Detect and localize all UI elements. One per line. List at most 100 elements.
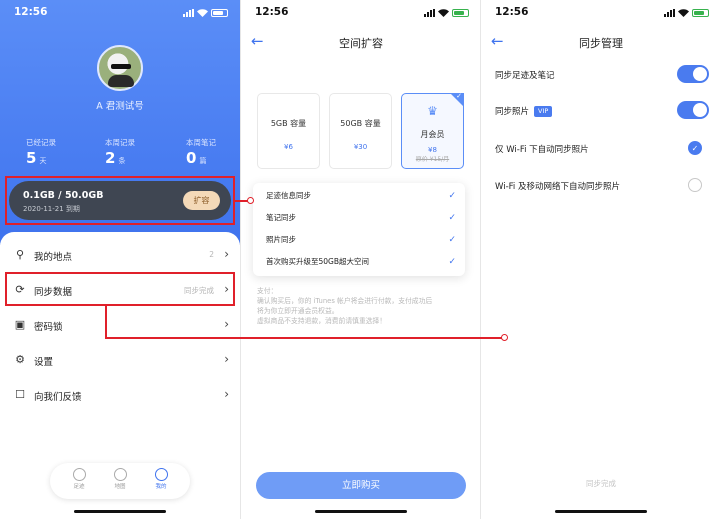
- toggle-switch[interactable]: [677, 65, 709, 83]
- stat-label: 已经记录: [26, 138, 56, 147]
- plan-monthly-member[interactable]: ♛ 月会员 ¥8 原价 ¥15/月 ✓: [401, 92, 464, 169]
- check-icon: ✓: [456, 92, 462, 100]
- chevron-right-icon: ›: [224, 387, 229, 401]
- plan-name: 50GB 容量: [340, 119, 381, 128]
- feature-label: 足迹信息同步: [266, 191, 311, 200]
- feature-label: 首次购买升级至50GB超大空间: [266, 257, 369, 266]
- highlight-box-sync: [5, 272, 235, 306]
- plan-name: 月会员: [420, 130, 445, 139]
- check-icon: ✓: [448, 235, 456, 245]
- connector-dot: [501, 334, 508, 341]
- tab-mine[interactable]: 我的: [146, 468, 176, 490]
- payment-note-line: 支付：: [257, 287, 278, 295]
- menu-item-label: 密码锁: [34, 322, 63, 333]
- globe-icon: [113, 468, 127, 481]
- sync-status: 同步完成: [586, 479, 616, 488]
- stat-value: 5: [26, 149, 37, 167]
- setting-wifi-and-mobile-photos[interactable]: Wi-Fi 及移动网络下自动同步照片: [495, 176, 709, 196]
- setting-label: 仅 Wi-Fi 下自动同步照片: [495, 145, 589, 155]
- stat-label: 本周笔记: [186, 138, 216, 147]
- stat-recorded-days: 已经记录 5天: [26, 137, 86, 167]
- tab-map[interactable]: 地图: [105, 468, 135, 490]
- wifi-icon: [678, 9, 689, 17]
- setting-label: 同步照片: [495, 107, 530, 117]
- connector-line: [105, 306, 107, 339]
- payment-note-line: 将为你立即开通会员权益。: [257, 307, 339, 315]
- crown-icon: ♛: [427, 104, 438, 118]
- plan-5gb[interactable]: 5GB 容量 ¥6: [257, 93, 320, 169]
- location-pin-icon: ⚲: [15, 248, 25, 261]
- battery-icon: [452, 9, 469, 17]
- connector-dot: [247, 197, 254, 204]
- wifi-icon: [438, 9, 449, 17]
- status-bar: 12:56: [241, 6, 480, 22]
- stat-value: 0: [186, 149, 197, 167]
- radio-unchecked[interactable]: [688, 178, 702, 192]
- vip-badge: VIP: [534, 106, 553, 117]
- payment-note: 支付： 确认购买后，你的 iTunes 帐户将会进行付款，支付成功后 将为你立即…: [257, 286, 469, 326]
- stat-value: 2: [105, 149, 116, 167]
- feature-row: 照片同步 ✓: [266, 229, 456, 251]
- tab-label: 我的: [155, 484, 167, 490]
- cellular-signal-icon: [183, 9, 194, 17]
- lock-icon: ▣: [14, 318, 26, 331]
- menu-item-feedback[interactable]: ☐ 向我们反馈 ›: [0, 378, 240, 413]
- avatar[interactable]: [97, 45, 143, 91]
- tab-label: 地图: [114, 484, 126, 490]
- home-indicator: [555, 510, 647, 513]
- page-title: 同步管理: [579, 37, 623, 50]
- nav-bar: ← 同步管理: [481, 30, 720, 54]
- page-title: 空间扩容: [339, 37, 383, 50]
- setting-wifi-only-photos[interactable]: 仅 Wi-Fi 下自动同步照片 ✓: [495, 139, 709, 159]
- status-time: 12:56: [14, 6, 48, 18]
- tab-footprint[interactable]: 足迹: [64, 468, 94, 490]
- menu-item-label: 我的地点: [34, 252, 73, 263]
- chevron-right-icon: ›: [224, 317, 229, 331]
- cellular-signal-icon: [664, 9, 675, 17]
- menu-item-settings[interactable]: ⚙ 设置 ›: [0, 343, 240, 378]
- tab-label: 足迹: [73, 484, 85, 490]
- stat-unit: 篇: [199, 157, 207, 165]
- wifi-icon: [197, 9, 208, 17]
- stat-unit: 天: [39, 157, 47, 165]
- setting-sync-photos: 同步照片 VIP: [495, 101, 709, 121]
- nav-bar: ← 空间扩容: [241, 30, 480, 54]
- space-expansion-screen: 12:56 ← 空间扩容 5GB 容量 ¥6 50GB 容量 ¥30 ♛ 月会员…: [240, 0, 480, 519]
- status-bar: 12:56: [481, 6, 720, 22]
- feature-label: 照片同步: [266, 235, 296, 244]
- payment-note-line: 虚拟商品不支持退款，消费前请慎重选择！: [257, 317, 387, 325]
- check-icon: ✓: [448, 191, 456, 201]
- status-bar: 12:56: [0, 6, 240, 22]
- stat-week-notes: 本周笔记 0篇: [186, 137, 240, 167]
- menu-item-label: 设置: [34, 357, 54, 368]
- payment-note-line: 确认购买后，你的 iTunes 帐户将会进行付款，支付成功后: [257, 297, 433, 305]
- radio-checked[interactable]: ✓: [688, 141, 702, 155]
- buy-now-button[interactable]: 立即购买: [256, 472, 466, 499]
- plan-features-card: 足迹信息同步 ✓ 笔记同步 ✓ 照片同步 ✓ 首次购买升级至50GB超大空间 ✓: [253, 183, 465, 276]
- check-icon: ✓: [448, 257, 456, 267]
- stat-unit: 条: [118, 157, 126, 165]
- stat-week-records: 本周记录 2条: [105, 137, 165, 167]
- username: A 君测试号: [96, 101, 144, 112]
- tab-bar: 足迹 地图 我的: [50, 463, 190, 499]
- setting-label: 同步足迹及笔记: [495, 71, 555, 81]
- setting-label: Wi-Fi 及移动网络下自动同步照片: [495, 182, 620, 192]
- profile-screen: 12:56 A 君测试号 已经记录 5天 本周记录 2条 本周笔记 0篇 0.1…: [0, 0, 240, 519]
- home-indicator: [315, 510, 407, 513]
- chevron-right-icon: ›: [224, 247, 229, 261]
- cellular-signal-icon: [424, 9, 435, 17]
- home-indicator: [74, 510, 166, 513]
- sync-management-screen: 12:56 ← 同步管理 同步足迹及笔记 同步照片 VIP 仅 Wi-Fi 下自动…: [480, 0, 720, 519]
- plan-price: ¥8: [428, 146, 437, 154]
- chevron-right-icon: ›: [224, 352, 229, 366]
- feature-label: 笔记同步: [266, 213, 296, 222]
- battery-icon: [211, 9, 228, 17]
- menu-item-my-places[interactable]: ⚲ 我的地点 2 ›: [0, 238, 240, 273]
- check-icon: ✓: [448, 213, 456, 223]
- feature-row: 足迹信息同步 ✓: [266, 185, 456, 207]
- footprint-icon: [72, 468, 86, 481]
- toggle-switch[interactable]: [677, 101, 709, 119]
- plan-50gb[interactable]: 50GB 容量 ¥30: [329, 93, 392, 169]
- plan-original-price: 原价 ¥15/月: [415, 156, 450, 163]
- setting-sync-footprints-notes: 同步足迹及笔记: [495, 65, 709, 85]
